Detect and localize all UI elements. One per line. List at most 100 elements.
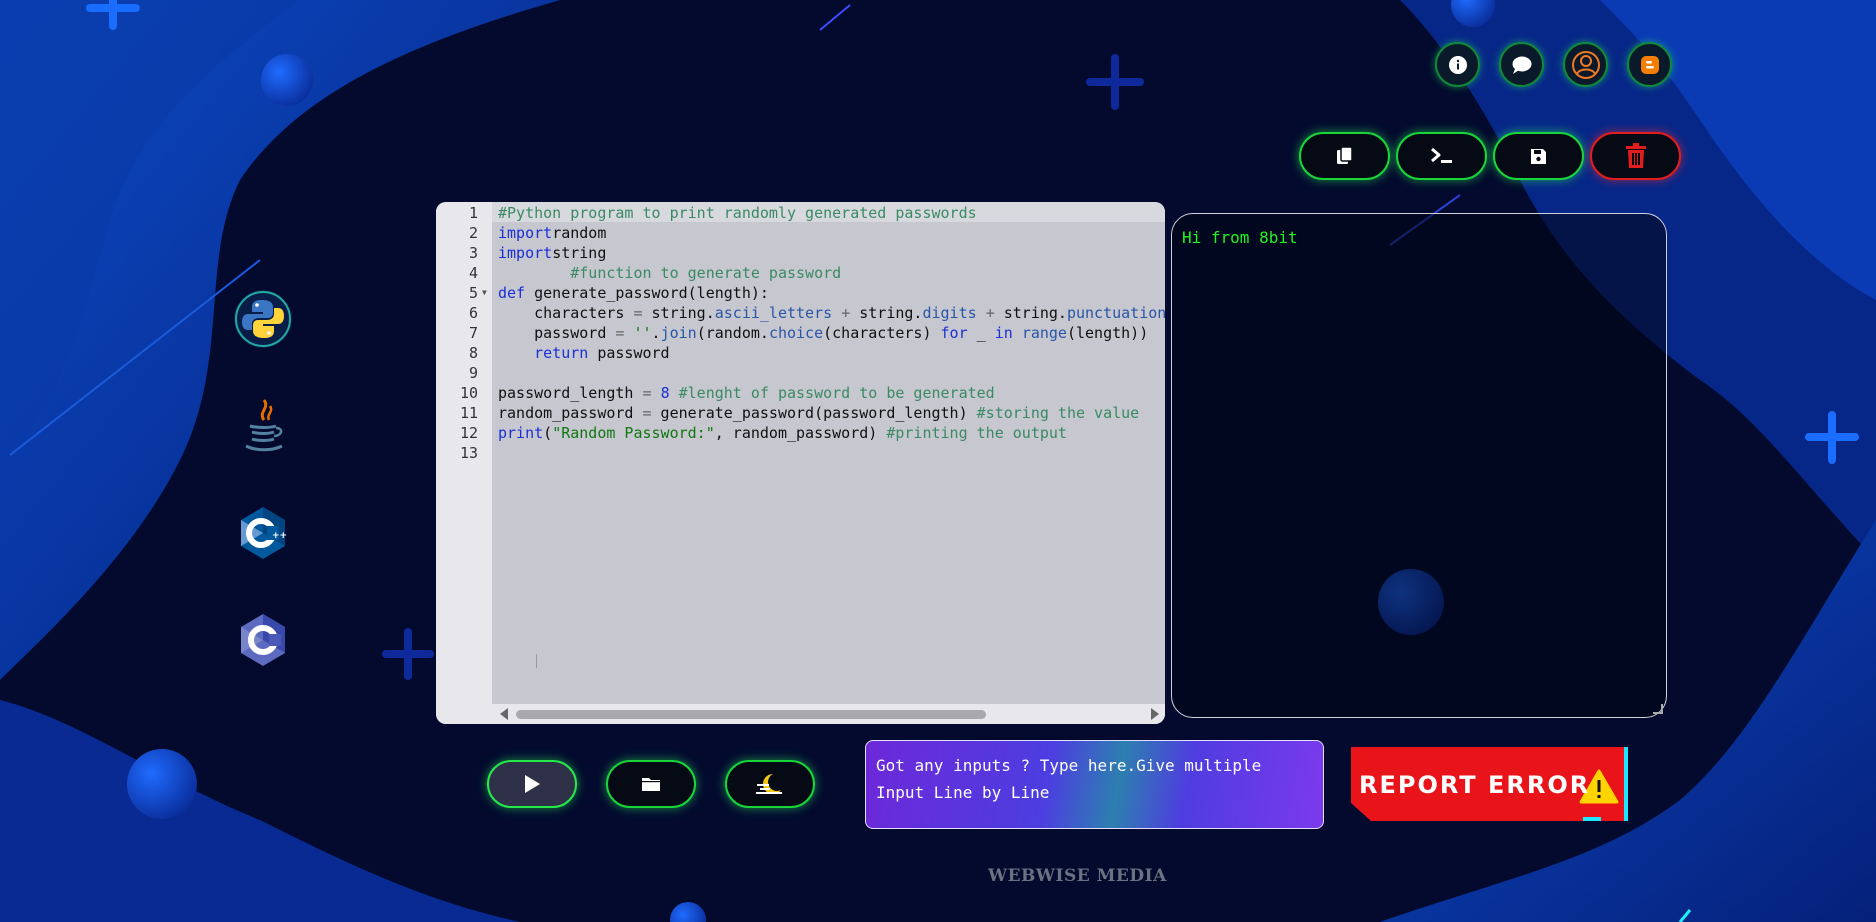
code-token: password: [588, 344, 670, 362]
cursor: [536, 654, 537, 668]
line-number: 6: [468, 304, 478, 322]
scrollbar-thumb[interactable]: [516, 710, 986, 719]
code-line: characters = string.ascii_letters + stri…: [498, 303, 1165, 323]
line-number: 3: [468, 244, 478, 262]
resize-handle-icon[interactable]: [1653, 704, 1663, 714]
language-java[interactable]: [232, 395, 294, 457]
code-line: password_length = 8 #lenght of password …: [498, 383, 995, 403]
code-token: print: [498, 424, 544, 442]
code-line: random_password = generate_password(pass…: [498, 403, 1139, 423]
language-cpp[interactable]: ++: [232, 502, 294, 564]
code-token: #Python program to print randomly genera…: [498, 204, 977, 222]
language-c[interactable]: [232, 609, 294, 671]
code-token: password: [498, 324, 616, 342]
profile-button[interactable]: [1563, 42, 1608, 87]
code-token: =: [642, 404, 652, 422]
code-editor[interactable]: 1 2 3 4 5 6 7 8 9 10 11 12 13 ▼ #Python program to pr…: [436, 202, 1165, 724]
line-number-gutter: 1 2 3 4 5 6 7 8 9 10 11 12 13 ▼: [436, 202, 492, 724]
code-token: #function to generate password: [570, 264, 842, 282]
line-number: 4: [468, 264, 478, 282]
code-token: 8: [660, 384, 670, 402]
code-line: importrandom: [498, 223, 606, 243]
code-token: string.: [642, 304, 715, 322]
code-token: for: [940, 324, 968, 342]
line-number: 5: [468, 284, 478, 302]
code-token: in: [994, 324, 1013, 342]
save-button[interactable]: [1493, 132, 1584, 180]
code-token: generate_password(length):: [525, 284, 769, 302]
code-line: password = ''.join(random.choice(charact…: [498, 323, 1148, 343]
code-token: #lenght of password to be generated: [678, 384, 995, 402]
code-token: +: [985, 304, 995, 322]
code-line: def generate_password(length):: [498, 283, 769, 303]
code-token: (characters): [823, 324, 941, 342]
run-icon: [525, 775, 540, 793]
open-file-button[interactable]: [606, 760, 696, 808]
program-input-field[interactable]: Got any inputs ? Type here.Give multiple…: [865, 740, 1324, 829]
code-token: "Random Password:": [552, 424, 715, 442]
code-line: print("Random Password:", random_passwor…: [498, 423, 1067, 443]
scroll-left-icon[interactable]: [500, 708, 508, 720]
chat-icon: [1512, 56, 1531, 74]
line-number: 12: [459, 424, 478, 442]
code-line: return password: [498, 343, 670, 363]
output-console[interactable]: Hi from 8bit: [1171, 213, 1667, 718]
info-icon: [1448, 55, 1467, 74]
code-token: choice: [768, 324, 824, 342]
line-number: 2: [468, 224, 478, 242]
code-token: .: [651, 324, 661, 342]
code-token: generate_password(password_length): [651, 404, 977, 422]
chat-button[interactable]: [1499, 42, 1544, 87]
terminal-button[interactable]: [1396, 132, 1487, 180]
line-number: 7: [468, 324, 478, 342]
blog-button[interactable]: [1627, 42, 1672, 87]
code-token: range: [1021, 324, 1067, 342]
code-line: #function to generate password: [498, 263, 841, 283]
code-token: ascii_letters: [714, 304, 833, 322]
code-token: def: [498, 284, 526, 302]
code-token: return: [534, 344, 589, 362]
code-token: random: [552, 224, 607, 242]
code-line: importstring: [498, 243, 606, 263]
blogger-icon: [1640, 55, 1659, 74]
report-error-button[interactable]: REPORT ERROR: [1351, 747, 1629, 821]
footer-brand: WEBWISE MEDIA: [988, 866, 1167, 886]
scroll-right-icon[interactable]: [1151, 708, 1159, 720]
theme-toggle-button[interactable]: [725, 760, 815, 808]
line-number: 8: [468, 344, 478, 362]
info-button[interactable]: [1435, 42, 1480, 87]
terminal-icon: [1430, 147, 1452, 163]
code-token: string.: [994, 304, 1067, 322]
code-token: '': [633, 324, 652, 342]
folder-icon: [642, 778, 660, 791]
c-icon: [241, 614, 285, 666]
report-error-label: REPORT ERROR: [1359, 771, 1591, 799]
python-icon: [234, 290, 292, 348]
horizontal-scrollbar[interactable]: [492, 704, 1165, 724]
code-token: #printing the output: [886, 424, 1067, 442]
code-token: string.: [850, 304, 923, 322]
code-token: join: [660, 324, 697, 342]
save-icon: [1531, 148, 1546, 164]
language-python[interactable]: [232, 288, 294, 350]
theme-toggle-icon: [756, 774, 782, 794]
svg-text:++: ++: [272, 531, 287, 541]
delete-button[interactable]: [1590, 132, 1681, 180]
run-button[interactable]: [487, 760, 577, 808]
line-number: 10: [459, 384, 478, 402]
code-line: #Python program to print randomly genera…: [498, 203, 977, 223]
code-token: string: [552, 244, 607, 262]
input-placeholder: Got any inputs ? Type here.Give multiple…: [876, 756, 1262, 802]
user-profile-icon: [1571, 50, 1600, 79]
code-token: password_length: [498, 384, 643, 402]
line-number: 11: [459, 404, 478, 422]
copy-button[interactable]: [1299, 132, 1390, 180]
fold-toggle-icon[interactable]: ▼: [482, 283, 487, 303]
code-area[interactable]: #Python program to print randomly genera…: [492, 202, 1165, 704]
